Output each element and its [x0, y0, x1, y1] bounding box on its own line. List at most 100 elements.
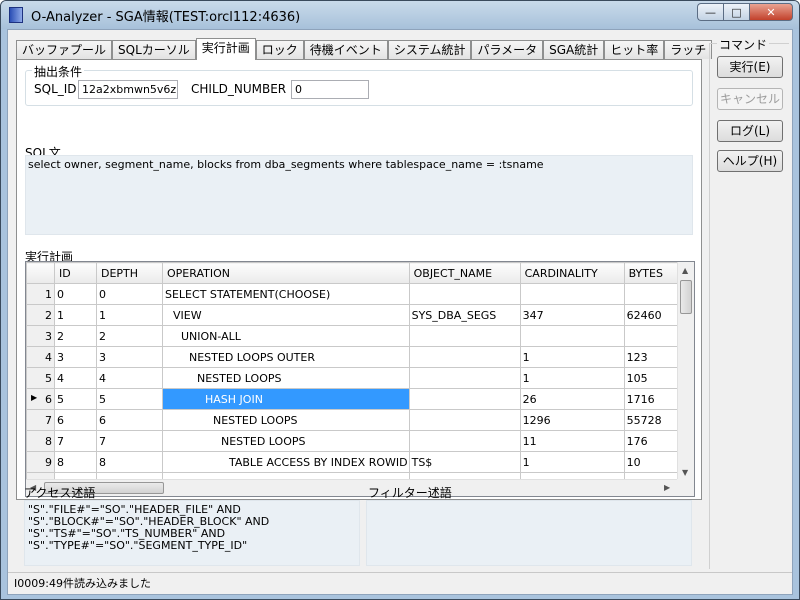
- cell-depth[interactable]: 5: [96, 388, 163, 410]
- cell-depth[interactable]: 3: [96, 346, 163, 368]
- cell-id[interactable]: 6: [54, 409, 97, 431]
- cell-operation[interactable]: HASH JOIN: [162, 388, 410, 410]
- cell-object-name[interactable]: [408, 367, 521, 389]
- cell-object-name[interactable]: [408, 325, 521, 347]
- cell-depth[interactable]: 0: [96, 283, 163, 305]
- cell-object-name[interactable]: SYS_DBA_SEGS: [408, 304, 521, 326]
- tab-execution-plan[interactable]: 実行計画: [195, 38, 256, 60]
- table-row[interactable]: ▶ 6 5 5 HASH JOIN 26 1716: [26, 388, 683, 410]
- column-header-id[interactable]: ID: [54, 262, 97, 284]
- table-row[interactable]: 4 3 3 NESTED LOOPS OUTER 1 123: [26, 346, 683, 368]
- close-button[interactable]: ✕: [749, 3, 793, 21]
- sql-text-box[interactable]: select owner, segment_name, blocks from …: [25, 155, 693, 235]
- cell-object-name[interactable]: [408, 346, 521, 368]
- cell-operation[interactable]: TABLE ACCESS BY INDEX ROWID: [162, 451, 410, 473]
- cell-id[interactable]: 5: [54, 388, 97, 410]
- tab-sql-cursor[interactable]: SQLカーソル: [112, 40, 196, 59]
- cell-object-name[interactable]: TS$: [408, 451, 521, 473]
- log-button[interactable]: ログ(L): [717, 120, 783, 142]
- execute-button[interactable]: 実行(E): [717, 56, 783, 78]
- minimize-button[interactable]: —: [697, 3, 723, 21]
- cell-operation[interactable]: NESTED LOOPS: [162, 367, 410, 389]
- child-number-field[interactable]: 0: [291, 80, 369, 99]
- tab-latch[interactable]: ラッチ: [664, 40, 713, 59]
- maximize-button[interactable]: □: [723, 3, 749, 21]
- table-row[interactable]: 8 7 7 NESTED LOOPS 11 176: [26, 430, 683, 452]
- cell-depth[interactable]: 7: [96, 430, 163, 452]
- cell-cardinality[interactable]: 1: [519, 367, 625, 389]
- column-header-depth[interactable]: DEPTH: [96, 262, 163, 284]
- cell-object-name[interactable]: [408, 388, 521, 410]
- cell-id[interactable]: 1: [54, 304, 97, 326]
- plan-horizontal-scrollbar[interactable]: ◀ ▶: [26, 479, 678, 496]
- cell-depth[interactable]: 8: [96, 451, 163, 473]
- column-header-object-name[interactable]: OBJECT_NAME: [408, 262, 521, 284]
- cell-bytes[interactable]: 1716: [623, 388, 683, 410]
- cell-operation[interactable]: NESTED LOOPS: [162, 409, 410, 431]
- column-header-cardinality[interactable]: CARDINALITY: [519, 262, 625, 284]
- title-bar[interactable]: O-Analyzer - SGA情報(TEST:orcl112:4636) — …: [1, 1, 799, 29]
- cell-operation[interactable]: NESTED LOOPS OUTER: [162, 346, 410, 368]
- cell-id[interactable]: 4: [54, 367, 97, 389]
- cell-bytes[interactable]: 176: [623, 430, 683, 452]
- cell-cardinality[interactable]: 1: [519, 451, 625, 473]
- cell-operation[interactable]: VIEW: [162, 304, 410, 326]
- tab-system-stats[interactable]: システム統計: [387, 40, 472, 59]
- cell-operation[interactable]: UNION-ALL: [162, 325, 410, 347]
- cell-object-name[interactable]: [408, 409, 521, 431]
- scroll-right-icon[interactable]: ▶: [664, 483, 670, 492]
- cell-bytes[interactable]: [623, 283, 683, 305]
- access-predicate-box[interactable]: "S"."FILE#"="SO"."HEADER_FILE" AND "S"."…: [24, 500, 360, 566]
- cell-depth[interactable]: 4: [96, 367, 163, 389]
- cell-cardinality[interactable]: 11: [519, 430, 625, 452]
- column-header-bytes[interactable]: BYTES: [623, 262, 683, 284]
- filter-predicate-box[interactable]: [366, 500, 692, 566]
- column-header-operation[interactable]: OPERATION: [162, 262, 410, 284]
- cell-id[interactable]: 8: [54, 451, 97, 473]
- cell-operation[interactable]: NESTED LOOPS: [162, 430, 410, 452]
- cell-bytes[interactable]: [623, 325, 683, 347]
- cell-depth[interactable]: 6: [96, 409, 163, 431]
- tab-hit-ratio[interactable]: ヒット率: [604, 40, 665, 59]
- cell-id[interactable]: 3: [54, 346, 97, 368]
- cell-cardinality[interactable]: 26: [519, 388, 625, 410]
- cell-bytes[interactable]: 55728: [623, 409, 683, 431]
- table-row[interactable]: 1 0 0 SELECT STATEMENT(CHOOSE): [26, 283, 683, 305]
- cell-depth[interactable]: 2: [96, 325, 163, 347]
- cell-bytes[interactable]: 105: [623, 367, 683, 389]
- cell-bytes[interactable]: 10: [623, 451, 683, 473]
- table-row[interactable]: 9 8 8 TABLE ACCESS BY INDEX ROWID TS$ 1 10: [26, 451, 683, 473]
- cell-depth[interactable]: 1: [96, 304, 163, 326]
- help-button[interactable]: ヘルプ(H): [717, 150, 783, 172]
- plan-vertical-scroll-thumb[interactable]: [680, 280, 692, 314]
- table-row[interactable]: 3 2 2 UNION-ALL: [26, 325, 683, 347]
- tab-lock[interactable]: ロック: [255, 40, 304, 59]
- tab-buffer-pool[interactable]: バッファプール: [16, 40, 113, 59]
- tab-parameters[interactable]: パラメータ: [471, 40, 544, 59]
- cell-cardinality[interactable]: [519, 325, 625, 347]
- cell-cardinality[interactable]: 1: [519, 346, 625, 368]
- sql-id-field[interactable]: 12a2xbmwn5v6z: [78, 80, 178, 99]
- scroll-down-icon[interactable]: ▼: [682, 468, 688, 477]
- plan-grid[interactable]: ID DEPTH OPERATION OBJECT_NAME CARDINALI…: [25, 261, 695, 497]
- cell-object-name[interactable]: [408, 430, 521, 452]
- cell-id[interactable]: 2: [54, 325, 97, 347]
- table-row[interactable]: 5 4 4 NESTED LOOPS 1 105: [26, 367, 683, 389]
- row-header: 5: [26, 367, 55, 389]
- scroll-up-icon[interactable]: ▲: [682, 266, 688, 275]
- cell-cardinality[interactable]: [519, 283, 625, 305]
- cell-id[interactable]: 0: [54, 283, 97, 305]
- cell-bytes[interactable]: 123: [623, 346, 683, 368]
- cell-id[interactable]: 7: [54, 430, 97, 452]
- cell-operation[interactable]: SELECT STATEMENT(CHOOSE): [162, 283, 410, 305]
- cell-object-name[interactable]: [408, 283, 521, 305]
- tab-wait-events[interactable]: 待機イベント: [303, 40, 388, 59]
- cell-bytes[interactable]: 62460: [623, 304, 683, 326]
- cell-cardinality[interactable]: 347: [519, 304, 625, 326]
- table-row[interactable]: 2 1 1 VIEW SYS_DBA_SEGS 347 62460: [26, 304, 683, 326]
- cancel-button[interactable]: キャンセル: [717, 88, 783, 110]
- table-row[interactable]: 7 6 6 NESTED LOOPS 1296 55728: [26, 409, 683, 431]
- cell-cardinality[interactable]: 1296: [519, 409, 625, 431]
- tab-sga-stats[interactable]: SGA統計: [543, 40, 605, 59]
- plan-vertical-scrollbar[interactable]: ▲ ▼: [677, 262, 694, 481]
